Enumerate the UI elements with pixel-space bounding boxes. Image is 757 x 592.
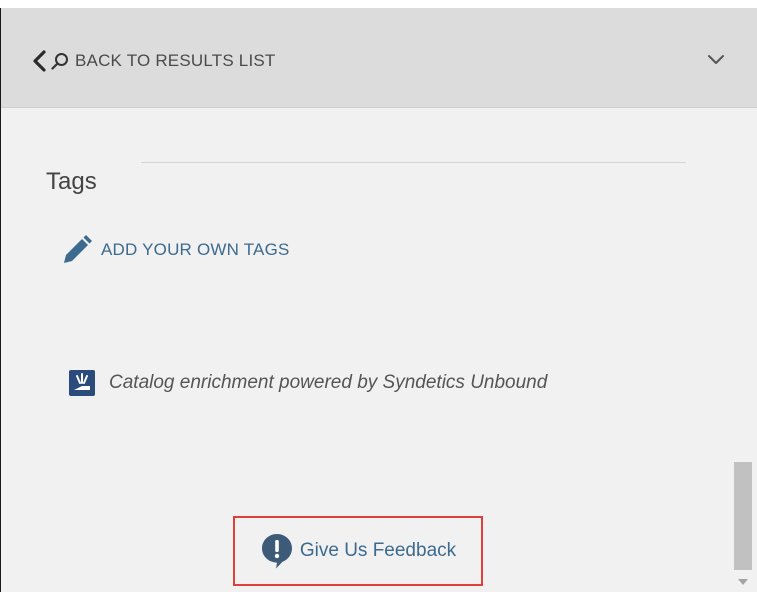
chevron-left-icon — [33, 50, 46, 72]
tags-divider — [141, 162, 686, 163]
give-us-feedback-button[interactable]: Give Us Feedback — [233, 516, 483, 586]
details-panel: BACK TO RESULTS LIST Tags ADD YOUR OWN T… — [0, 8, 757, 592]
add-your-own-tags-link[interactable]: ADD YOUR OWN TAGS — [61, 234, 290, 266]
tags-heading: Tags — [46, 167, 97, 195]
back-to-results-link[interactable]: BACK TO RESULTS LIST — [31, 46, 276, 76]
chevron-down-icon[interactable] — [705, 48, 727, 70]
panel-header: BACK TO RESULTS LIST — [1, 8, 757, 108]
scrollbar-thumb[interactable] — [734, 462, 752, 570]
scroll-down-arrow-icon[interactable] — [737, 578, 749, 586]
vertical-scrollbar[interactable] — [729, 108, 757, 592]
pencil-icon — [64, 235, 92, 263]
add-your-own-tags-label: ADD YOUR OWN TAGS — [101, 240, 290, 259]
enrichment-text: Catalog enrichment powered by Syndetics … — [109, 372, 548, 393]
search-icon — [51, 53, 68, 70]
exclamation-bubble-icon — [261, 534, 292, 569]
catalog-enrichment: Catalog enrichment powered by Syndetics … — [69, 370, 547, 396]
back-to-results-label: BACK TO RESULTS LIST — [75, 51, 276, 70]
give-us-feedback-label: Give Us Feedback — [299, 540, 457, 561]
syndetics-logo-icon — [69, 370, 95, 396]
